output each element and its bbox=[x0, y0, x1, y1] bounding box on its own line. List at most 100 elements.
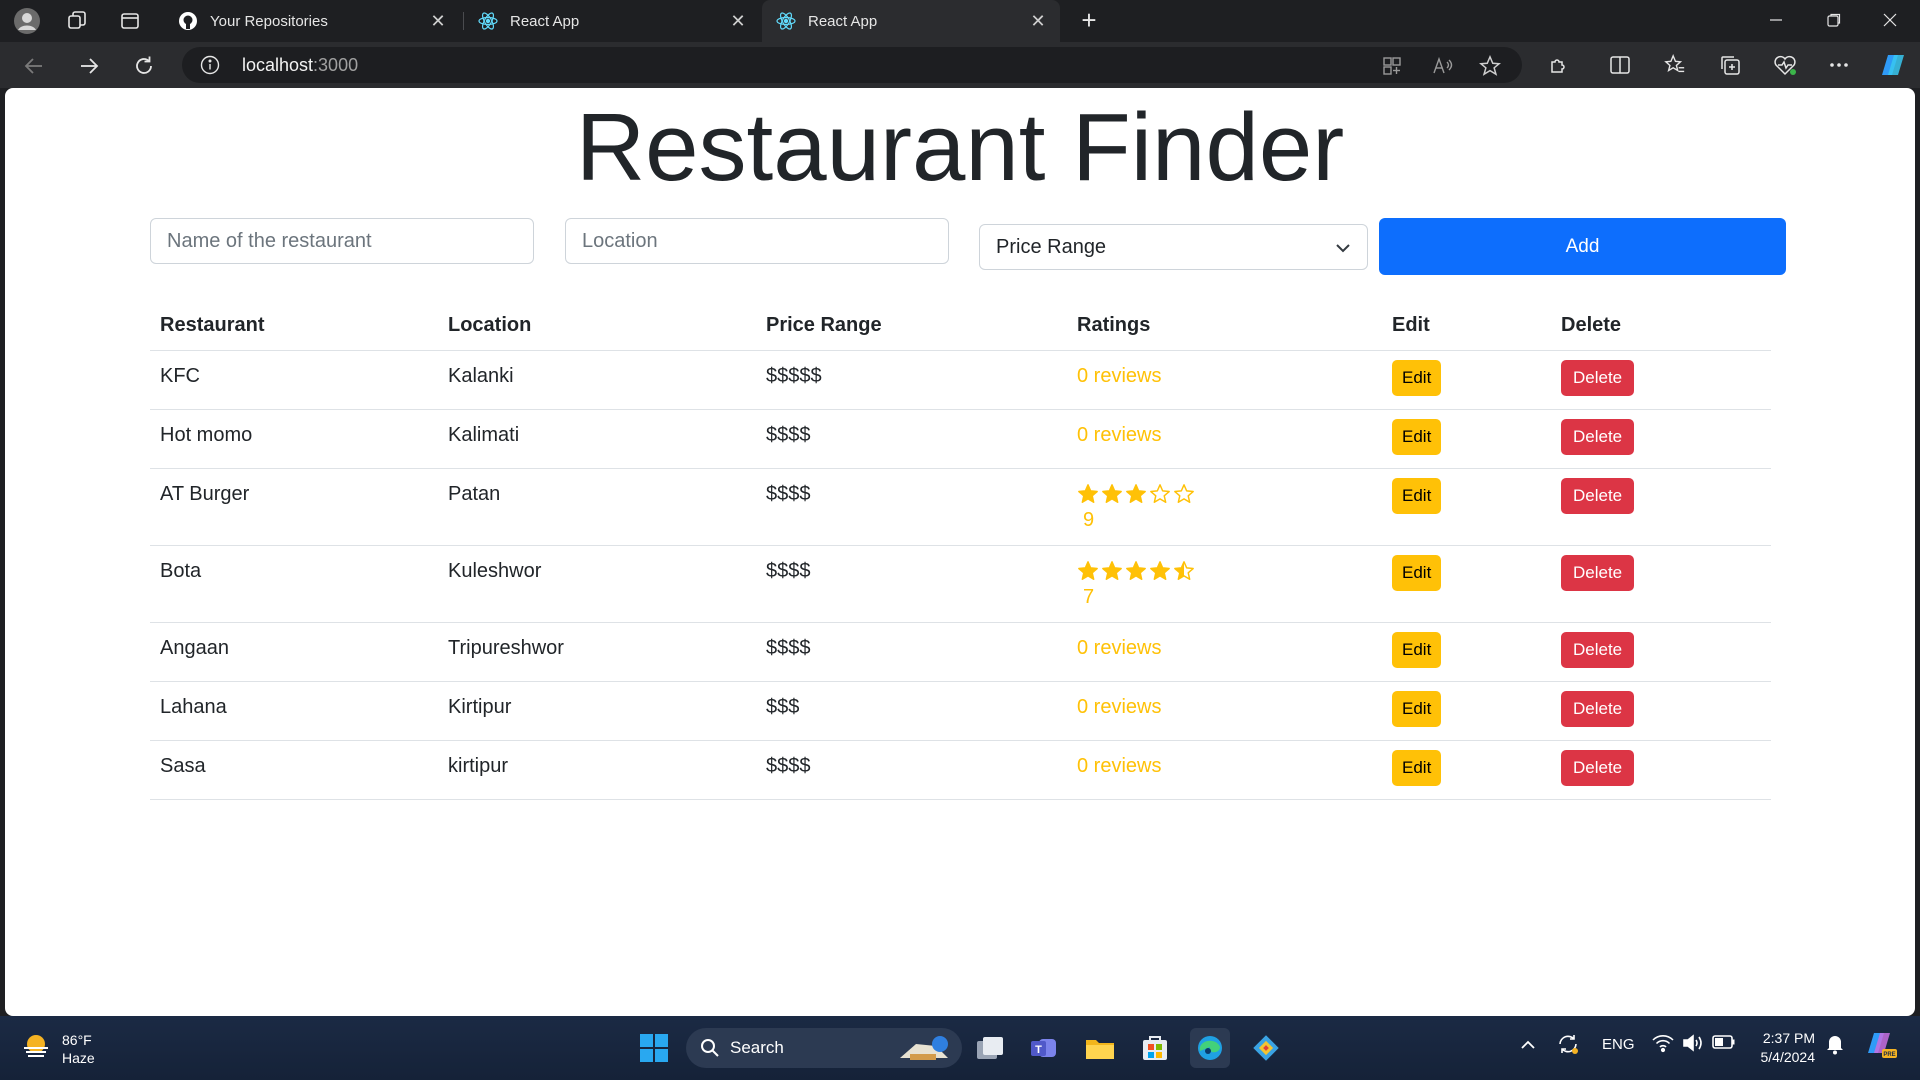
sync-icon[interactable] bbox=[1556, 1032, 1580, 1060]
tab-react-app-1[interactable]: React App ✕ bbox=[464, 0, 760, 42]
restaurant-name: Sasa bbox=[150, 740, 438, 800]
edit-button[interactable]: Edit bbox=[1392, 555, 1442, 591]
weather-widget[interactable]: 86°F Haze bbox=[20, 1030, 95, 1067]
favorites-icon[interactable] bbox=[1660, 50, 1690, 80]
vertical-tabs-icon[interactable] bbox=[115, 6, 145, 36]
restaurant-name-input[interactable] bbox=[150, 218, 534, 264]
volume-icon[interactable] bbox=[1682, 1033, 1704, 1057]
edit-cell: Edit bbox=[1382, 350, 1551, 410]
task-view-icon[interactable] bbox=[970, 1028, 1010, 1068]
edit-button[interactable]: Edit bbox=[1392, 478, 1442, 514]
reviews-text: 0 reviews bbox=[1077, 424, 1162, 446]
edit-button[interactable]: Edit bbox=[1392, 750, 1442, 786]
wifi-icon[interactable] bbox=[1652, 1033, 1674, 1057]
edit-button[interactable]: Edit bbox=[1392, 632, 1442, 668]
file-explorer-icon[interactable] bbox=[1080, 1028, 1120, 1068]
restaurant-rating: 0 reviews bbox=[1067, 681, 1382, 741]
svg-text:PRE: PRE bbox=[1883, 1052, 1895, 1058]
close-window-icon[interactable] bbox=[1862, 0, 1918, 40]
star-full-icon bbox=[1102, 561, 1122, 580]
edit-cell: Edit bbox=[1382, 545, 1551, 623]
haze-sun-icon bbox=[20, 1030, 52, 1067]
start-windows-icon[interactable] bbox=[634, 1028, 674, 1068]
app-available-icon[interactable] bbox=[1379, 53, 1405, 79]
read-aloud-icon[interactable] bbox=[1430, 53, 1456, 79]
delete-button[interactable]: Delete bbox=[1561, 360, 1635, 396]
restaurant-rating: 0 reviews bbox=[1067, 740, 1382, 800]
delete-button[interactable]: Delete bbox=[1561, 419, 1635, 455]
delete-button[interactable]: Delete bbox=[1561, 478, 1635, 514]
edit-cell: Edit bbox=[1382, 468, 1551, 546]
table-row: Lahana Kirtipur $$$ 0 reviews Edit Delet… bbox=[150, 681, 1771, 741]
delete-button[interactable]: Delete bbox=[1561, 632, 1635, 668]
search-highlight-icon bbox=[896, 1032, 952, 1069]
forward-icon[interactable] bbox=[73, 50, 105, 82]
favorite-star-icon[interactable] bbox=[1477, 53, 1503, 79]
react-icon bbox=[776, 11, 796, 31]
page-viewport: Restaurant Finder Price Range Add Restau… bbox=[5, 88, 1915, 1016]
restaurant-price: $$$$ bbox=[756, 740, 1067, 800]
tab-your-repositories[interactable]: Your Repositories ✕ bbox=[164, 0, 460, 42]
edit-button[interactable]: Edit bbox=[1392, 419, 1442, 455]
reviews-text: 0 reviews bbox=[1077, 637, 1162, 659]
weather-temperature: 86°F bbox=[62, 1031, 92, 1048]
restaurant-name: KFC bbox=[150, 350, 438, 410]
profile-avatar-icon[interactable] bbox=[12, 6, 42, 36]
delete-button[interactable]: Delete bbox=[1561, 691, 1635, 727]
header-location: Location bbox=[438, 300, 756, 351]
edge-browser-icon[interactable] bbox=[1190, 1028, 1230, 1068]
reviews-text: 0 reviews bbox=[1077, 755, 1162, 777]
delete-button[interactable]: Delete bbox=[1561, 555, 1635, 591]
extensions-icon[interactable] bbox=[1544, 50, 1574, 80]
refresh-icon[interactable] bbox=[128, 50, 160, 82]
star-full-icon bbox=[1078, 484, 1098, 503]
github-icon bbox=[178, 11, 198, 31]
restaurant-rating: 0 reviews bbox=[1067, 622, 1382, 682]
restore-icon[interactable] bbox=[1806, 0, 1862, 40]
copilot-icon[interactable] bbox=[1879, 50, 1909, 80]
taskbar-clock[interactable]: 2:37 PM 5/4/2024 bbox=[1755, 1029, 1816, 1067]
more-options-icon[interactable] bbox=[1824, 50, 1854, 80]
back-icon[interactable] bbox=[18, 50, 50, 82]
close-tab-icon[interactable]: ✕ bbox=[428, 11, 448, 31]
edit-button[interactable]: Edit bbox=[1392, 360, 1442, 396]
star-full-icon bbox=[1102, 484, 1122, 503]
browser-essentials-icon[interactable] bbox=[1770, 50, 1800, 80]
react-icon bbox=[478, 11, 498, 31]
new-tab-icon[interactable]: + bbox=[1074, 6, 1104, 36]
star-rating bbox=[1077, 560, 1372, 582]
address-bar[interactable]: localhost:3000 bbox=[182, 47, 1522, 83]
microsoft-store-icon[interactable] bbox=[1135, 1028, 1175, 1068]
restaurant-price: $$$$ bbox=[756, 622, 1067, 682]
tab-react-app-active[interactable]: React App ✕ bbox=[762, 0, 1060, 42]
header-delete: Delete bbox=[1551, 300, 1771, 351]
notification-bell-icon[interactable] bbox=[1825, 1033, 1845, 1059]
copilot-preview-icon[interactable]: PRE bbox=[1866, 1030, 1898, 1064]
header-price-range: Price Range bbox=[756, 300, 1067, 351]
add-button[interactable]: Add bbox=[1379, 218, 1786, 275]
collections-icon[interactable] bbox=[1715, 50, 1745, 80]
edit-button[interactable]: Edit bbox=[1392, 691, 1442, 727]
location-input[interactable] bbox=[565, 218, 949, 264]
workspaces-icon[interactable] bbox=[62, 6, 92, 36]
edit-cell: Edit bbox=[1382, 740, 1551, 800]
restaurant-name: Hot momo bbox=[150, 409, 438, 469]
chevron-down-icon bbox=[1335, 239, 1351, 255]
delete-cell: Delete bbox=[1551, 409, 1771, 469]
git-tool-icon[interactable] bbox=[1246, 1028, 1286, 1068]
teams-icon[interactable]: T bbox=[1024, 1028, 1064, 1068]
battery-icon[interactable] bbox=[1712, 1034, 1736, 1054]
delete-button[interactable]: Delete bbox=[1561, 750, 1635, 786]
taskbar-search-box[interactable]: Search bbox=[686, 1028, 962, 1068]
price-range-select[interactable]: Price Range bbox=[979, 224, 1368, 270]
close-tab-icon[interactable]: ✕ bbox=[1028, 11, 1048, 31]
svg-text:T: T bbox=[1035, 1044, 1042, 1056]
site-info-icon[interactable] bbox=[200, 55, 220, 75]
show-hidden-icons-icon[interactable] bbox=[1520, 1037, 1536, 1054]
delete-cell: Delete bbox=[1551, 681, 1771, 741]
split-screen-icon[interactable] bbox=[1605, 50, 1635, 80]
minimize-icon[interactable] bbox=[1748, 0, 1804, 40]
language-indicator[interactable]: ENG bbox=[1602, 1036, 1635, 1053]
close-tab-icon[interactable]: ✕ bbox=[728, 11, 748, 31]
review-count: 9 bbox=[1083, 509, 1095, 531]
